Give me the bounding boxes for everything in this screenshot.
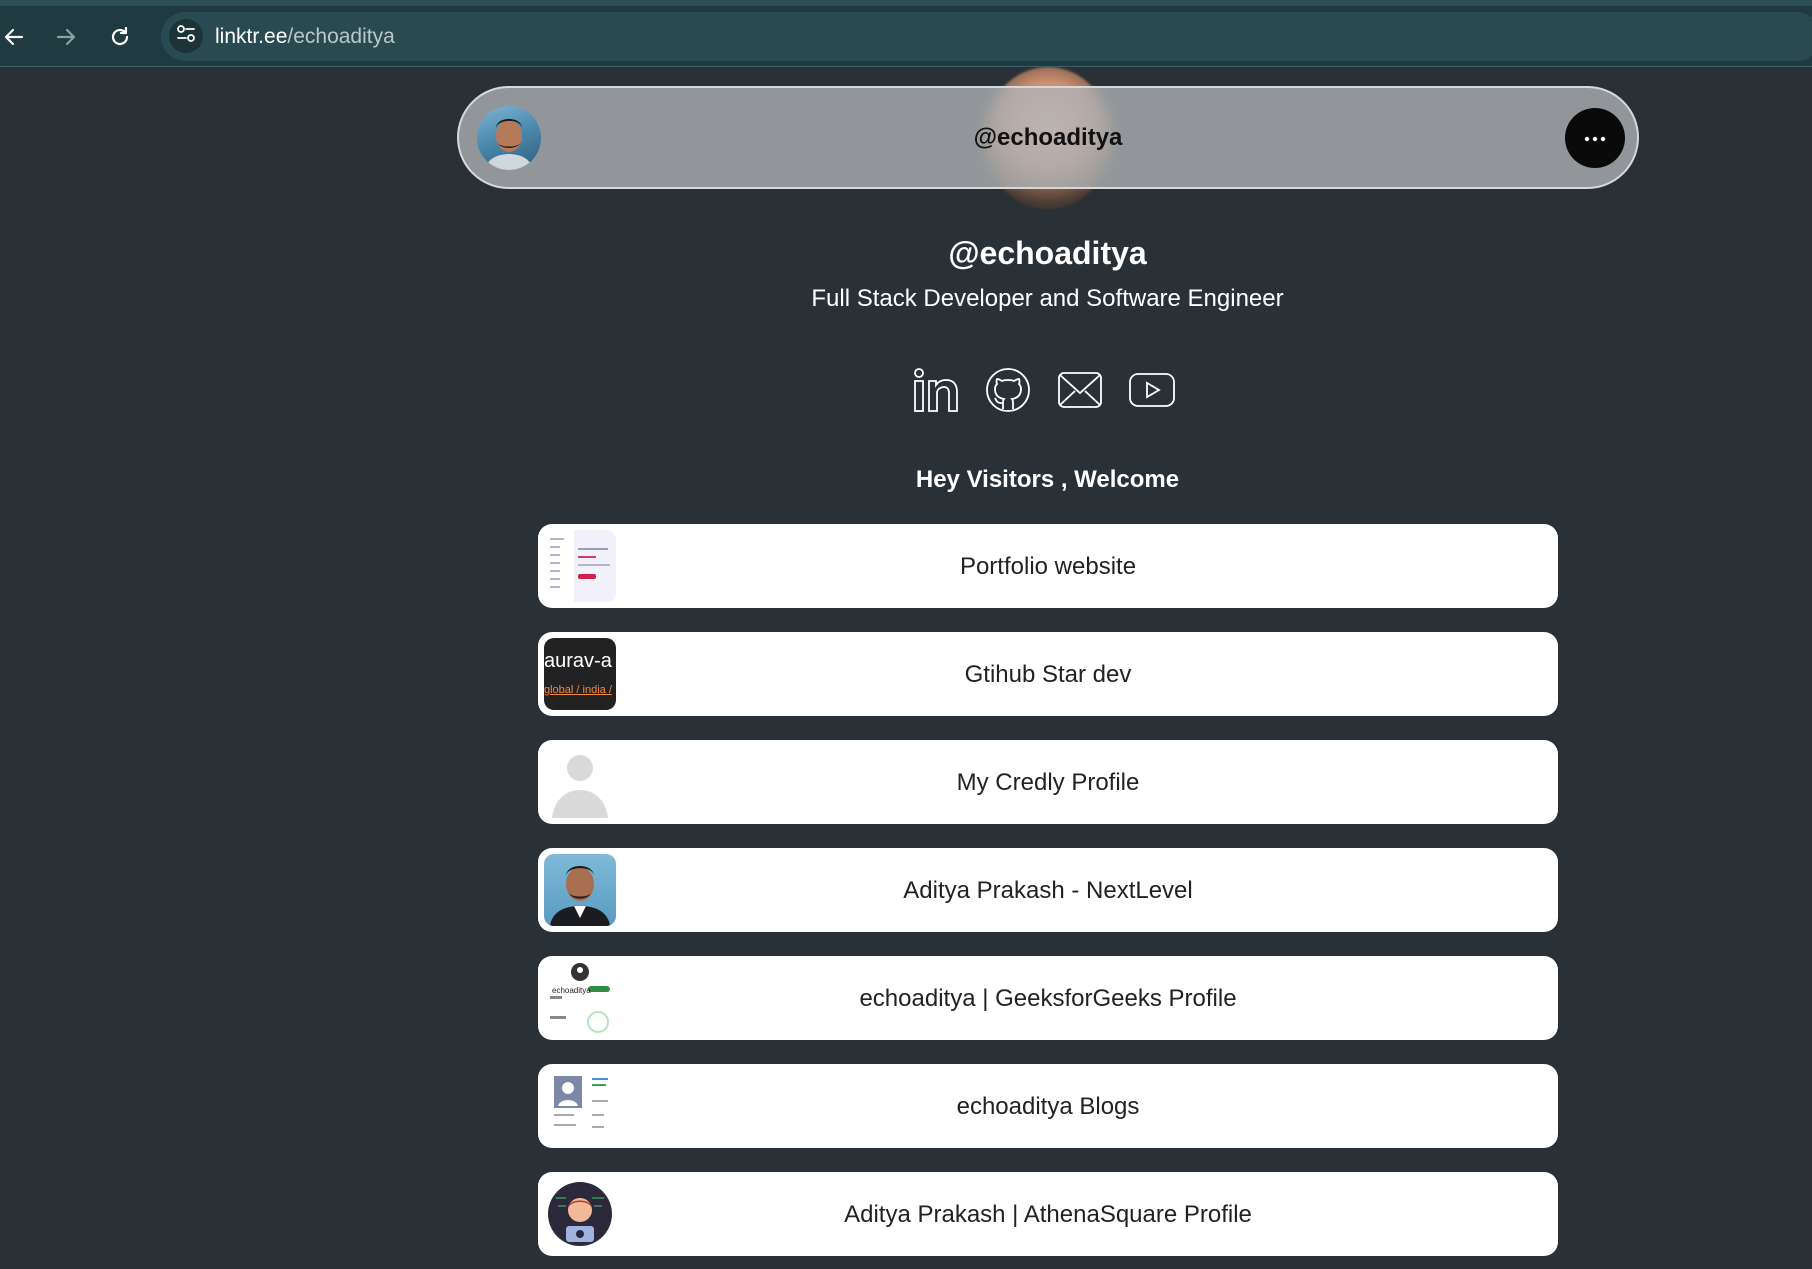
more-horizontal-icon: [1584, 129, 1606, 147]
profile-bio: Full Stack Developer and Software Engine…: [811, 285, 1284, 312]
link-label: Aditya Prakash | AthenaSquare Profile: [844, 1201, 1252, 1228]
linkedin-icon: [913, 367, 959, 418]
linktree-page: @echoaditya @echoaditya Full Stack Devel…: [0, 67, 1812, 1269]
link-nextlevel[interactable]: Aditya Prakash - NextLevel: [538, 848, 1558, 932]
arrow-left-icon: [3, 26, 25, 48]
welcome-heading: Hey Visitors , Welcome: [915, 466, 1180, 493]
link-list: Portfolio website aurav-a global / india…: [538, 524, 1558, 1269]
link-label: Aditya Prakash - NextLevel: [903, 877, 1193, 904]
sticky-header: @echoaditya: [457, 86, 1639, 189]
forward-button[interactable]: [49, 20, 83, 54]
more-options-button[interactable]: [1565, 108, 1625, 168]
github-link[interactable]: [982, 366, 1034, 418]
link-github-star-dev[interactable]: aurav-a global / india / Gtihub Star dev: [538, 632, 1558, 716]
link-blogs[interactable]: echoaditya Blogs: [538, 1064, 1558, 1148]
profile-name: @echoaditya: [948, 235, 1147, 271]
reload-button[interactable]: [103, 20, 137, 54]
url-text[interactable]: linktr.ee/echoaditya: [215, 25, 395, 49]
link-label: Gtihub Star dev: [964, 661, 1132, 688]
linkedin-link[interactable]: [910, 366, 962, 418]
social-links: [910, 366, 1178, 418]
browser-toolbar: linktr.ee/echoaditya: [0, 0, 1812, 67]
github-icon: [985, 367, 1031, 418]
link-athenasquare-profile[interactable]: Aditya Prakash | AthenaSquare Profile: [538, 1172, 1558, 1256]
url-host: linktr.ee: [215, 25, 288, 48]
tune-icon: [176, 24, 196, 48]
link-credly-profile[interactable]: My Credly Profile: [538, 740, 1558, 824]
user-silhouette-icon: [544, 755, 616, 818]
arrow-right-icon: [55, 26, 77, 48]
reload-icon: [109, 26, 131, 48]
link-label: My Credly Profile: [956, 769, 1140, 796]
link-portfolio-website[interactable]: Portfolio website: [538, 524, 1558, 608]
link-label: echoaditya Blogs: [956, 1093, 1140, 1120]
site-info-button[interactable]: [169, 19, 203, 53]
youtube-link[interactable]: [1126, 366, 1178, 418]
back-button[interactable]: [0, 20, 31, 54]
header-title: @echoaditya: [973, 124, 1123, 151]
link-label: Portfolio website: [959, 553, 1137, 580]
email-icon: [1057, 371, 1103, 414]
youtube-icon: [1128, 372, 1176, 413]
link-label: echoaditya | GeeksforGeeks Profile: [859, 985, 1237, 1012]
email-link[interactable]: [1054, 366, 1106, 418]
link-geeksforgeeks-profile[interactable]: echoaditya echoaditya | GeeksforGeeks Pr…: [538, 956, 1558, 1040]
address-bar[interactable]: linktr.ee/echoaditya: [161, 12, 1812, 61]
url-path: /echoaditya: [287, 25, 395, 48]
